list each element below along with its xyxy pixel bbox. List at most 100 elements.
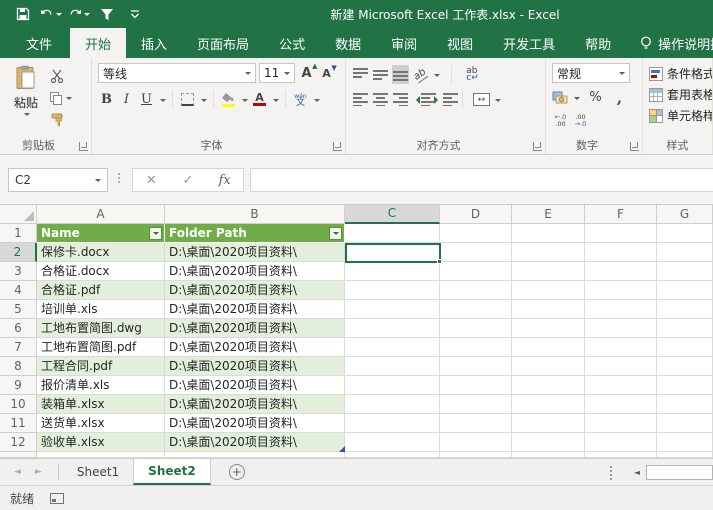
ribbon-tab-developer[interactable]: 开发工具 (488, 28, 570, 58)
cell-D7[interactable] (440, 338, 512, 357)
cell-F8[interactable] (585, 357, 657, 376)
ribbon-tab-formulas[interactable]: 公式 (264, 28, 320, 58)
formula-bar-grip[interactable] (118, 173, 120, 183)
file-name-cell[interactable]: 验收单.xlsx (37, 433, 165, 452)
folder-path-cell[interactable]: D:\桌面\2020项目资料\ (165, 300, 345, 319)
file-name-cell[interactable]: 报价清单.xls (37, 376, 165, 395)
sheet-nav-left-icon[interactable]: ◄ (14, 467, 21, 477)
column-header-G[interactable]: G (657, 205, 713, 224)
sheet-tab-sheet1[interactable]: Sheet1 (63, 459, 133, 485)
cell-C7[interactable] (345, 338, 440, 357)
cell-G6[interactable] (657, 319, 713, 338)
row-header-1[interactable]: 1 (0, 224, 37, 243)
name-box[interactable]: C2 (8, 168, 108, 192)
orientation-dropdown[interactable] (434, 73, 440, 80)
cell-G12[interactable] (657, 433, 713, 452)
filter-icon[interactable] (96, 4, 118, 24)
redo-icon[interactable] (68, 4, 90, 24)
align-left-icon[interactable] (352, 90, 369, 109)
cell-G11[interactable] (657, 414, 713, 433)
cell-D3[interactable] (440, 262, 512, 281)
file-name-cell[interactable]: 工程合同.pdf (37, 357, 165, 376)
decrease-indent-icon[interactable] (412, 90, 436, 109)
cell-C12[interactable] (345, 433, 440, 452)
row-header-10[interactable]: 10 (0, 395, 37, 414)
row-header-6[interactable]: 6 (0, 319, 37, 338)
cell-F3[interactable] (585, 262, 657, 281)
ribbon-tab-page-layout[interactable]: 页面布局 (182, 28, 264, 58)
cell-E9[interactable] (512, 376, 585, 395)
file-name-cell[interactable]: 合格证.pdf (37, 281, 165, 300)
file-name-cell[interactable]: 送货单.xlsx (37, 414, 165, 433)
column-header-A[interactable]: A (37, 205, 165, 224)
format-painter-button[interactable] (50, 111, 72, 129)
cell-D10[interactable] (440, 395, 512, 414)
fill-color-icon[interactable] (220, 90, 237, 109)
file-name-cell[interactable]: 工地布置简图.pdf (37, 338, 165, 357)
number-dialog-launcher[interactable] (630, 142, 639, 151)
file-name-cell[interactable]: 工地布置简图.dwg (37, 319, 165, 338)
filter-dropdown-icon[interactable] (149, 226, 162, 240)
column-header-B[interactable]: B (165, 205, 345, 224)
row-header-12[interactable]: 12 (0, 433, 37, 452)
row-header-3[interactable]: 3 (0, 262, 37, 281)
folder-path-cell[interactable]: D:\桌面\2020项目资料\ (165, 338, 345, 357)
cell-C3[interactable] (345, 262, 440, 281)
borders-dropdown[interactable] (201, 98, 207, 105)
merge-dropdown[interactable] (495, 98, 501, 105)
insert-function-icon[interactable]: fx (206, 173, 243, 188)
bold-button[interactable]: B (98, 90, 115, 109)
hscroll-thumb[interactable] (646, 464, 713, 480)
cell-G8[interactable] (657, 357, 713, 376)
undo-icon[interactable] (40, 4, 62, 24)
borders-icon[interactable] (179, 90, 196, 109)
folder-path-cell[interactable]: D:\桌面\2020项目资料\ (165, 376, 345, 395)
select-all-button[interactable] (0, 205, 37, 224)
cell-C11[interactable] (345, 414, 440, 433)
orientation-icon[interactable]: ab (411, 65, 430, 84)
folder-path-cell[interactable]: D:\桌面\2020项目资料\ (165, 357, 345, 376)
underline-dropdown[interactable] (160, 98, 166, 105)
underline-button[interactable]: U (138, 90, 155, 109)
table-resize-handle[interactable] (339, 446, 345, 452)
copy-button[interactable] (50, 89, 72, 107)
ribbon-tab-insert[interactable]: 插入 (126, 28, 182, 58)
cell-C5[interactable] (345, 300, 440, 319)
ribbon-tab-data[interactable]: 数据 (320, 28, 376, 58)
folder-path-cell[interactable]: D:\桌面\2020项目资料\ (165, 414, 345, 433)
alignment-dialog-launcher[interactable] (533, 142, 542, 151)
cell-F5[interactable] (585, 300, 657, 319)
cell-F10[interactable] (585, 395, 657, 414)
cell-E12[interactable] (512, 433, 585, 452)
cell-F11[interactable] (585, 414, 657, 433)
font-size-select[interactable]: 11 (259, 63, 295, 83)
file-name-cell[interactable]: 培训单.xls (37, 300, 165, 319)
cell-E3[interactable] (512, 262, 585, 281)
cell-F4[interactable] (585, 281, 657, 300)
align-right-icon[interactable] (392, 90, 409, 109)
cut-button[interactable] (50, 67, 72, 85)
cell-C9[interactable] (345, 376, 440, 395)
clipboard-dialog-launcher[interactable] (79, 142, 88, 151)
cell-E1[interactable] (512, 224, 585, 243)
folder-path-cell[interactable]: D:\桌面\2020项目资料\ (165, 281, 345, 300)
cell-D5[interactable] (440, 300, 512, 319)
percent-style-button[interactable]: % (587, 88, 604, 107)
align-center-icon[interactable] (372, 90, 389, 109)
cell-E11[interactable] (512, 414, 585, 433)
cell-styles-button[interactable]: 单元格样式 (649, 106, 712, 125)
filter-dropdown-icon[interactable] (329, 226, 342, 240)
ribbon-tab-home[interactable]: 开始 (70, 28, 127, 58)
cell-D1[interactable] (440, 224, 512, 243)
cell-E8[interactable] (512, 357, 585, 376)
decrease-font-icon[interactable]: A ▼ (318, 64, 337, 83)
cell-E5[interactable] (512, 300, 585, 319)
cell-D8[interactable] (440, 357, 512, 376)
increase-decimal-icon[interactable]: ←.0.00 (552, 111, 569, 130)
cell-G5[interactable] (657, 300, 713, 319)
ribbon-tab-help[interactable]: 帮助 (570, 28, 626, 58)
cell-G7[interactable] (657, 338, 713, 357)
number-format-select[interactable]: 常规 (552, 63, 630, 83)
ribbon-tab-file[interactable]: 文件 (8, 28, 70, 58)
row-header-11[interactable]: 11 (0, 414, 37, 433)
